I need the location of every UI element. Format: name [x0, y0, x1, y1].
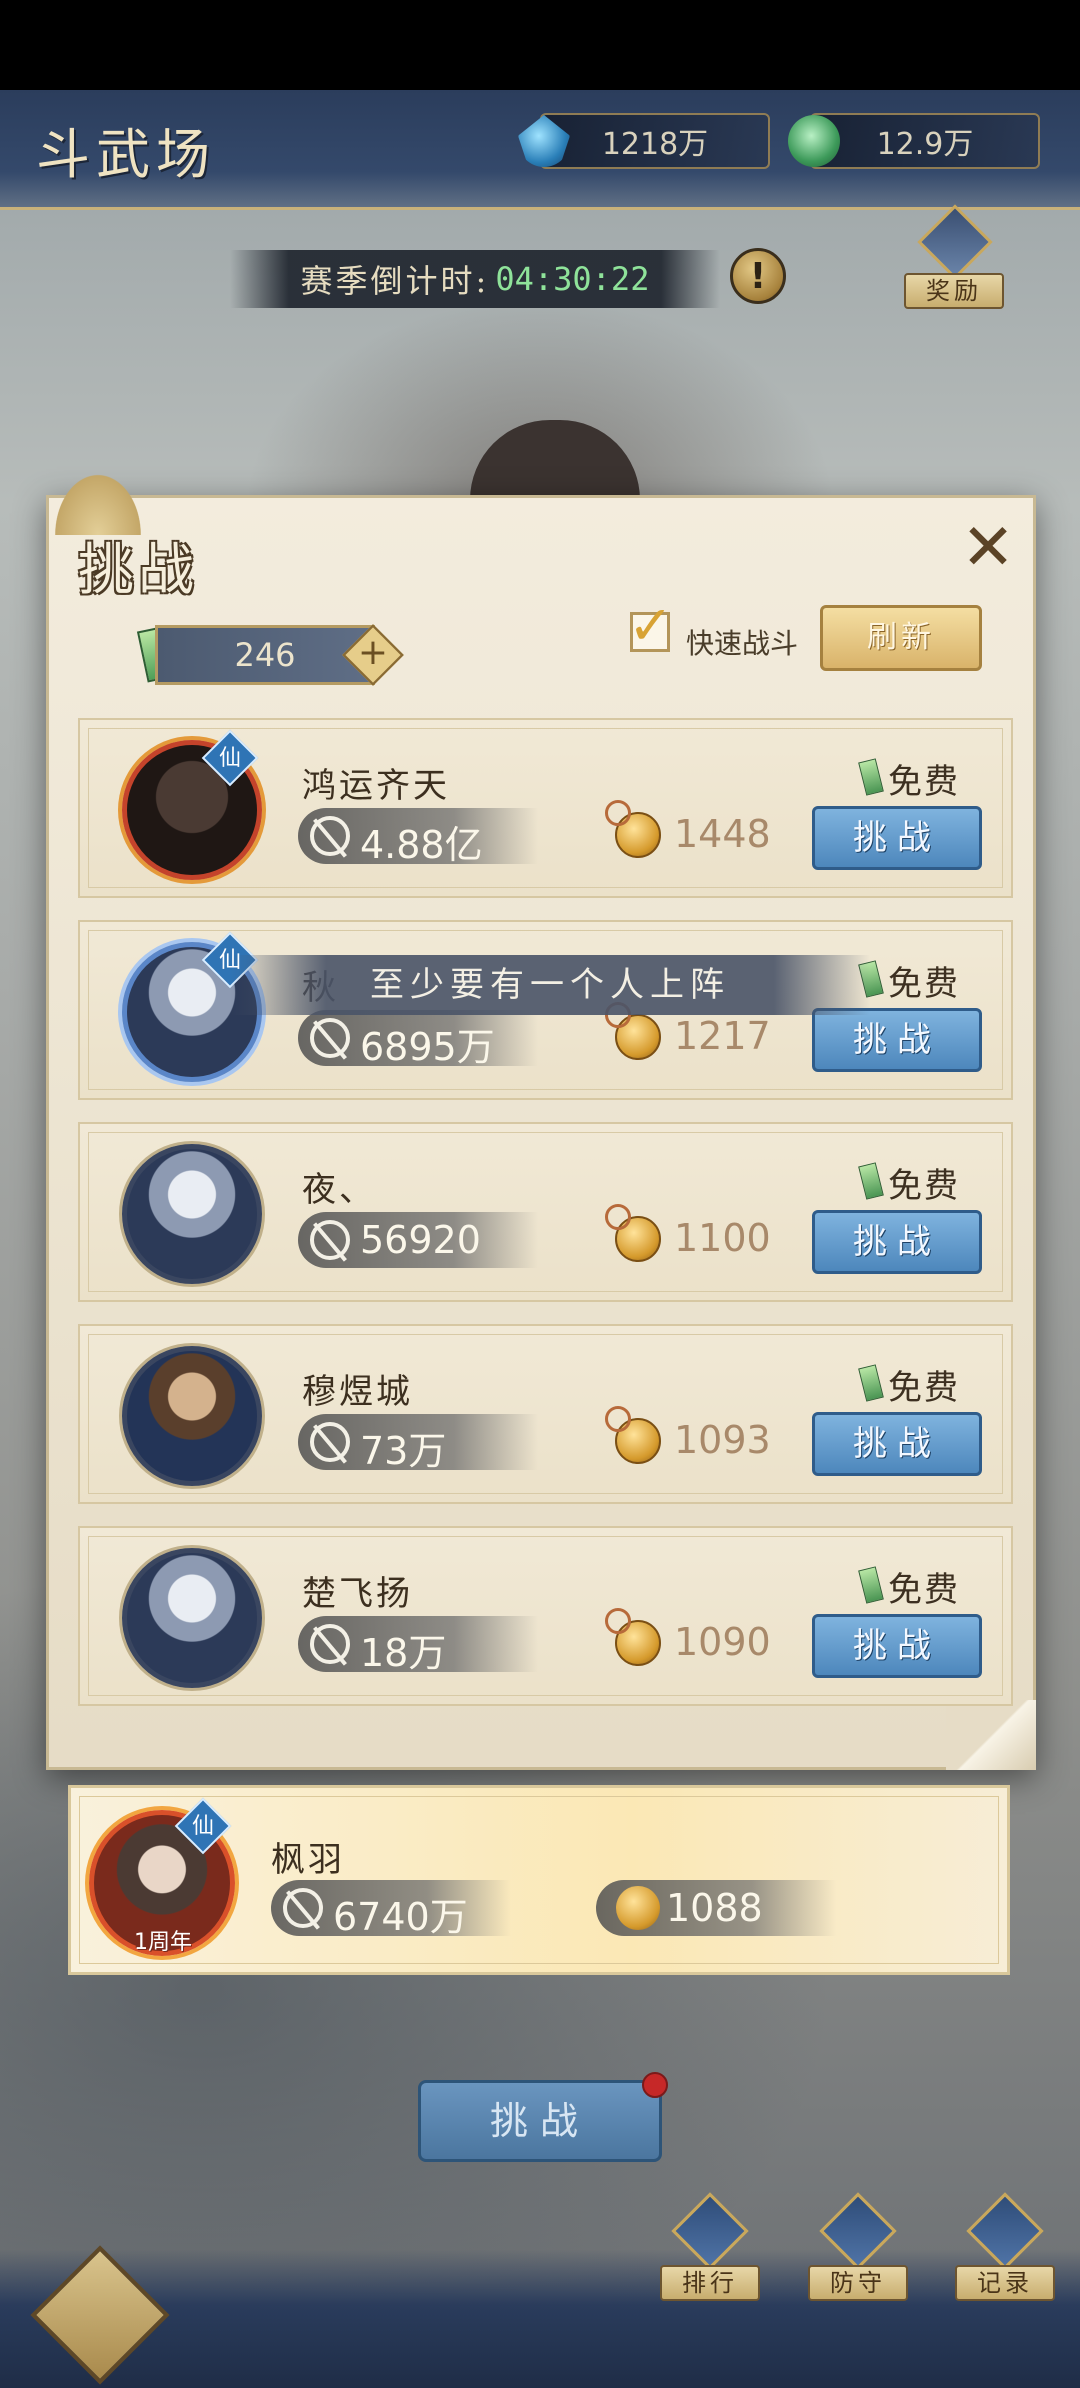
chest-icon [917, 204, 993, 280]
score-value: 1448 [674, 812, 771, 856]
my-power-value: 6740万 [333, 1895, 468, 1939]
my-name: 枫羽 [271, 1840, 345, 1880]
reward-label: 奖励 [904, 273, 1004, 309]
power-display: 6895万 [298, 1010, 538, 1069]
challenge-button[interactable]: 挑战 [812, 1412, 982, 1476]
xian-badge-label: 仙 [218, 948, 241, 973]
status-bar-area [0, 0, 1080, 90]
challenge-button[interactable]: 挑战 [812, 1210, 982, 1274]
medal-icon [605, 1406, 661, 1464]
xian-badge-label: 仙 [218, 746, 241, 771]
record-icon [966, 2192, 1044, 2270]
page-title: 斗武场 [36, 123, 216, 186]
my-player-row: 1周年 仙 枫羽 6740万 1088 [68, 1785, 1010, 1975]
cost-label: 免费 [888, 1166, 960, 1206]
medal-icon [616, 1886, 660, 1930]
score-value: 1093 [674, 1418, 771, 1462]
ticket-icon [858, 1162, 884, 1200]
opponent-row: 夜、 56920 1100 免费 挑战 [78, 1122, 1013, 1302]
currency-crystal[interactable]: 1218万 [518, 113, 770, 169]
cost-label: 免费 [888, 964, 960, 1004]
nav-rank-label: 排行 [660, 2265, 760, 2301]
rank-icon [671, 2192, 749, 2270]
score-value: 1090 [674, 1620, 771, 1664]
anniversary-tag: 1周年 [134, 1930, 192, 1955]
challenge-button[interactable]: 挑战 [812, 1008, 982, 1072]
ticket-icon [858, 758, 884, 796]
opponent-name: 穆煜城 [302, 1372, 413, 1412]
opponent-name: 夜、 [302, 1170, 376, 1210]
opponent-name: 楚飞扬 [302, 1574, 413, 1614]
power-display: 56920 [298, 1212, 538, 1268]
jade-coin-icon [788, 115, 840, 167]
nav-record-button[interactable]: 记录 [955, 2192, 1055, 2305]
power-value: 6895万 [360, 1025, 495, 1069]
currency-jade[interactable]: 12.9万 [788, 113, 1040, 169]
power-display: 4.88亿 [298, 808, 538, 867]
cost-label: 免费 [888, 762, 960, 802]
cost-label: 免费 [888, 1368, 960, 1408]
my-score-value: 1088 [666, 1886, 763, 1930]
medal-icon [605, 1608, 661, 1666]
score-value: 1100 [674, 1216, 771, 1260]
my-power-display: 6740万 [271, 1880, 511, 1939]
my-score-display: 1088 [596, 1880, 836, 1936]
notification-dot [642, 2072, 668, 2098]
currency-crystal-value: 1218万 [601, 127, 709, 162]
avatar[interactable] [122, 1548, 262, 1688]
medal-icon [605, 1002, 661, 1060]
shield-icon [819, 2192, 897, 2270]
nav-rank-button[interactable]: 排行 [660, 2192, 760, 2305]
cost-label: 免费 [888, 1570, 960, 1610]
power-display: 18万 [298, 1616, 538, 1675]
nav-record-label: 记录 [955, 2265, 1055, 2301]
opponent-row: 楚飞扬 18万 1090 免费 挑战 [78, 1526, 1013, 1706]
power-value: 4.88亿 [360, 823, 483, 867]
opponent-row: 仙 鸿运齐天 4.88亿 1448 免费 挑战 [78, 718, 1013, 898]
sword-icon [310, 1422, 350, 1462]
sword-icon [310, 816, 350, 856]
panel-title: 挑战 [78, 538, 198, 603]
power-value: 56920 [360, 1218, 481, 1262]
page-curl-decoration [946, 1700, 1036, 1770]
ticket-icon [858, 1364, 884, 1402]
sword-icon [310, 1220, 350, 1260]
sword-icon [283, 1888, 323, 1928]
opponent-row: 穆煜城 73万 1093 免费 挑战 [78, 1324, 1013, 1504]
avatar[interactable] [122, 1346, 262, 1486]
main-challenge-button[interactable]: 挑战 [418, 2080, 662, 2162]
sword-icon [310, 1018, 350, 1058]
challenge-button[interactable]: 挑战 [812, 1614, 982, 1678]
ticket-icon [858, 1566, 884, 1604]
season-countdown: 赛季倒计时: 04:30:22 [230, 250, 720, 308]
currency-jade-value: 12.9万 [876, 127, 974, 162]
avatar[interactable] [122, 1144, 262, 1284]
challenge-button[interactable]: 挑战 [812, 806, 982, 870]
nav-defense-button[interactable]: 防守 [808, 2192, 908, 2305]
season-time: 04:30:22 [495, 260, 650, 298]
toast-message: 至少要有一个人上阵 [230, 955, 870, 1015]
season-label: 赛季倒计时: [300, 262, 490, 300]
xian-badge-label: 仙 [191, 1814, 214, 1839]
score-value: 1217 [674, 1014, 771, 1058]
checkmark-icon: ✓ [628, 594, 674, 657]
reward-button[interactable]: 奖励 [900, 204, 1010, 315]
close-button[interactable]: ✕ [955, 515, 1021, 581]
refresh-button[interactable]: 刷新 [820, 605, 982, 671]
power-value: 73万 [360, 1429, 447, 1473]
opponent-name: 鸿运齐天 [302, 766, 450, 806]
medal-icon [605, 1204, 661, 1262]
power-value: 18万 [360, 1631, 447, 1675]
quick-battle-label: 快速战斗 [686, 627, 799, 660]
sword-icon [310, 1624, 350, 1664]
info-button[interactable]: ! [730, 248, 786, 304]
medal-icon [605, 800, 661, 858]
plus-icon: + [357, 632, 389, 673]
nav-defense-label: 防守 [808, 2265, 908, 2301]
power-display: 73万 [298, 1414, 538, 1473]
